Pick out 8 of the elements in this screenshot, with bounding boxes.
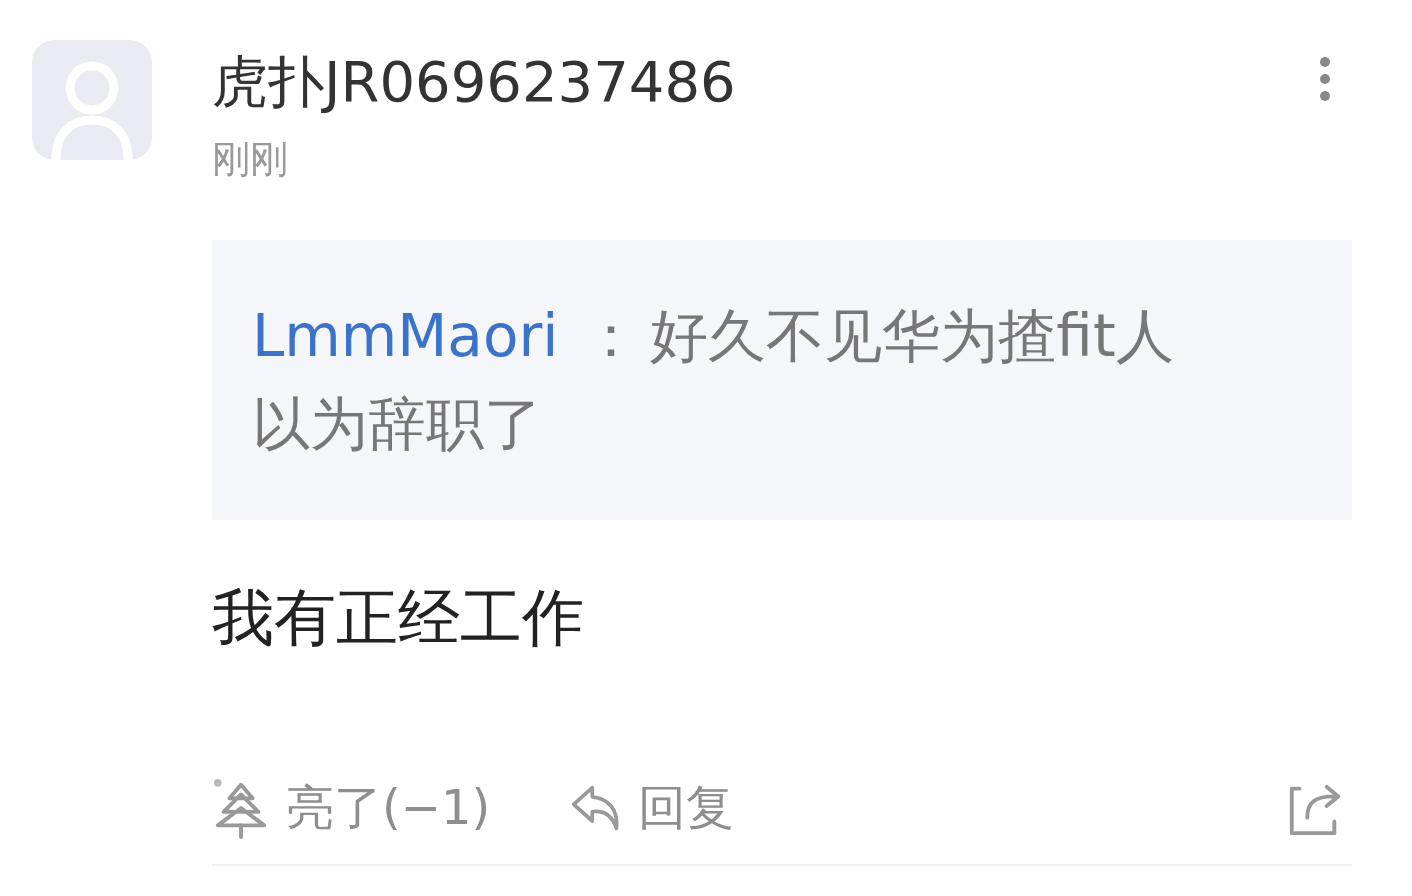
light-button[interactable]: 亮了(−1) (212, 776, 491, 840)
comment-text: 我有正经工作 (212, 580, 585, 656)
username-link[interactable]: LmmMaori (252, 302, 559, 370)
quoted-reply: LmmMaori ： 好久不见华为揸fit人以为辞职了 (252, 301, 1175, 460)
timestamp: 刚刚 (212, 136, 289, 183)
more-icon[interactable] (1318, 56, 1332, 102)
username[interactable]: 虎扑JR0696237486 (212, 40, 736, 124)
reply-button[interactable]: 回复 (570, 776, 735, 840)
